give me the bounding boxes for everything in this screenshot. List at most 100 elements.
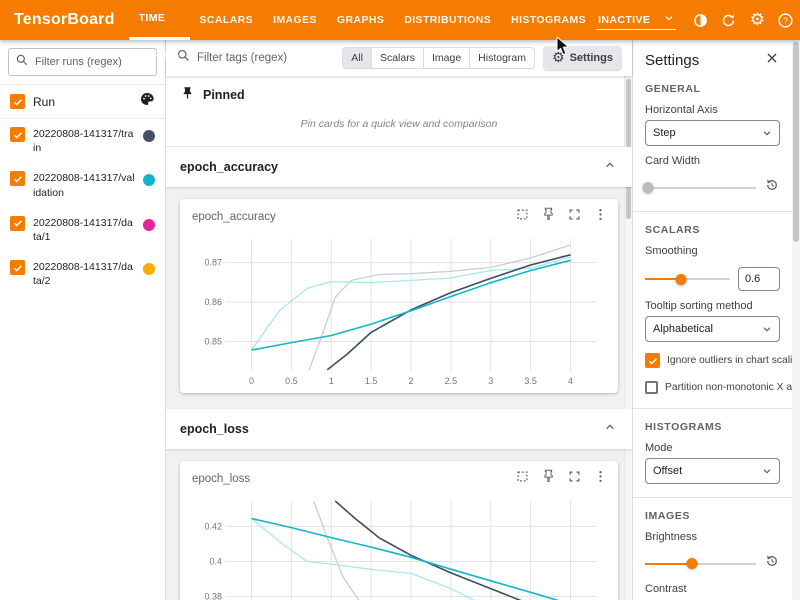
ignore-outliers-label: Ignore outliers in chart scaling xyxy=(667,355,792,366)
chart-card-title: epoch_loss xyxy=(192,473,250,485)
reset-icon[interactable] xyxy=(764,553,780,574)
run-filter-input[interactable] xyxy=(35,56,150,68)
settings-panel-title: Settings xyxy=(645,52,699,69)
fit-to-data-icon[interactable] xyxy=(515,207,530,227)
svg-text:0.85: 0.85 xyxy=(204,336,222,346)
chart-card-title: epoch_accuracy xyxy=(192,211,276,223)
partition-x-axis-row[interactable]: Partition non-monotonic X axis xyxy=(645,379,780,395)
help-icon[interactable]: ? xyxy=(775,7,797,33)
fit-to-data-icon[interactable] xyxy=(515,469,530,489)
settings-gear-icon[interactable]: ⚙ xyxy=(746,7,768,33)
ignore-outliers-checkbox[interactable] xyxy=(645,353,660,368)
tooltip-sorting-label: Tooltip sorting method xyxy=(645,300,780,312)
settings-button[interactable]: ⚙ Settings xyxy=(543,46,622,70)
close-icon[interactable] xyxy=(764,50,780,71)
run-row-data-2[interactable]: 20220808-141317/data/2 xyxy=(0,252,165,296)
pin-card-icon[interactable] xyxy=(541,469,556,489)
chevron-up-icon[interactable] xyxy=(602,419,618,440)
status-label: INACTIVE xyxy=(598,14,650,26)
runs-column-header: Run xyxy=(33,95,139,109)
chip-all[interactable]: All xyxy=(342,47,372,69)
theme-toggle-icon[interactable] xyxy=(689,7,711,33)
ignore-outliers-row[interactable]: Ignore outliers in chart scaling xyxy=(645,353,780,368)
tab-scalars[interactable]: SCALARS xyxy=(190,0,264,40)
svg-text:0: 0 xyxy=(249,376,254,386)
fullscreen-icon[interactable] xyxy=(567,469,582,489)
scrollbar-thumb[interactable] xyxy=(793,42,799,242)
gear-icon: ⚙ xyxy=(552,50,565,66)
reset-icon[interactable] xyxy=(764,177,780,198)
run-checkbox[interactable] xyxy=(10,260,25,275)
chip-scalars[interactable]: Scalars xyxy=(371,47,424,69)
run-checkbox[interactable] xyxy=(10,171,25,186)
window-scrollbar[interactable] xyxy=(792,40,800,600)
tooltip-sorting-select[interactable]: Alphabetical xyxy=(645,316,780,342)
kebab-menu-icon[interactable] xyxy=(593,469,608,489)
tag-filter-input[interactable] xyxy=(197,52,334,64)
images-heading: IMAGES xyxy=(645,510,780,522)
run-filter-box xyxy=(8,48,157,76)
epoch-accuracy-chart[interactable]: 00.511.522.533.540.850.860.87 xyxy=(190,231,608,389)
kebab-menu-icon[interactable] xyxy=(593,207,608,227)
horizontal-axis-select[interactable]: Step xyxy=(645,120,780,146)
run-label: 20220808-141317/data/1 xyxy=(33,216,135,244)
chevron-up-icon[interactable] xyxy=(602,157,618,178)
reload-status-select[interactable]: INACTIVE xyxy=(596,10,676,30)
histogram-mode-select[interactable]: Offset xyxy=(645,458,780,484)
chip-histogram[interactable]: Histogram xyxy=(469,47,535,69)
svg-text:0.38: 0.38 xyxy=(204,592,222,600)
run-checkbox[interactable] xyxy=(10,216,25,231)
chart-card-epoch-loss: epoch_loss 00.511.522.533.540.360.380.40… xyxy=(180,461,618,600)
card-width-slider[interactable] xyxy=(645,187,756,189)
run-row-data-1[interactable]: 20220808-141317/data/1 xyxy=(0,208,165,252)
partition-x-axis-checkbox[interactable] xyxy=(645,381,658,394)
section-header-epoch-accuracy[interactable]: epoch_accuracy xyxy=(166,147,632,187)
tab-histograms[interactable]: HISTOGRAMS xyxy=(501,0,596,40)
run-color-dot xyxy=(143,219,155,231)
brightness-label: Brightness xyxy=(645,531,780,543)
tab-images[interactable]: IMAGES xyxy=(263,0,327,40)
svg-text:4: 4 xyxy=(568,376,573,386)
slider-thumb[interactable] xyxy=(686,558,697,569)
app-logo: TensorBoard xyxy=(0,11,129,29)
svg-text:3: 3 xyxy=(488,376,493,386)
tab-graphs[interactable]: GRAPHS xyxy=(327,0,394,40)
general-heading: GENERAL xyxy=(645,83,780,95)
svg-text:?: ? xyxy=(783,15,788,25)
histogram-mode-value: Offset xyxy=(653,465,682,477)
smoothing-value-input[interactable] xyxy=(738,267,780,291)
run-color-dot xyxy=(143,174,155,186)
select-all-runs-checkbox[interactable] xyxy=(10,94,25,109)
scalars-heading: SCALARS xyxy=(645,224,780,236)
slider-thumb[interactable] xyxy=(643,182,654,193)
partition-x-axis-label: Partition non-monotonic X axis xyxy=(665,382,792,393)
svg-text:0.5: 0.5 xyxy=(285,376,298,386)
section-header-epoch-loss[interactable]: epoch_loss xyxy=(166,409,632,449)
cards-scroll-area[interactable]: Pinned Pin cards for a quick view and co… xyxy=(166,76,632,600)
tag-filter-box xyxy=(176,48,334,68)
histograms-heading: HISTOGRAMS xyxy=(645,421,780,433)
pin-card-icon[interactable] xyxy=(541,207,556,227)
run-row-validation[interactable]: 20220808-141317/validation xyxy=(0,163,165,207)
horizontal-axis-value: Step xyxy=(653,127,676,139)
run-label: 20220808-141317/validation xyxy=(33,171,135,199)
caret-down-icon xyxy=(664,13,674,26)
svg-text:1.5: 1.5 xyxy=(365,376,378,386)
chip-image[interactable]: Image xyxy=(423,47,470,69)
fullscreen-icon[interactable] xyxy=(567,207,582,227)
palette-icon[interactable] xyxy=(139,91,155,112)
tooltip-sorting-value: Alphabetical xyxy=(653,323,713,335)
slider-thumb[interactable] xyxy=(675,274,686,285)
run-checkbox[interactable] xyxy=(10,127,25,142)
nav-tabs: TIME SERIES SCALARS IMAGES GRAPHS DISTRI… xyxy=(129,0,597,40)
tab-distributions[interactable]: DISTRIBUTIONS xyxy=(394,0,501,40)
refresh-icon[interactable] xyxy=(718,7,740,33)
main-area: All Scalars Image Histogram ⚙ Settings P… xyxy=(166,40,632,600)
brightness-slider[interactable] xyxy=(645,563,756,565)
run-row-train[interactable]: 20220808-141317/train xyxy=(0,119,165,163)
epoch-loss-chart[interactable]: 00.511.522.533.540.360.380.40.42 xyxy=(190,493,608,600)
card-width-label: Card Width xyxy=(645,155,780,167)
tag-type-filter-group: All Scalars Image Histogram xyxy=(342,47,535,69)
smoothing-slider[interactable] xyxy=(645,278,730,280)
tab-time-series[interactable]: TIME SERIES xyxy=(129,0,190,40)
